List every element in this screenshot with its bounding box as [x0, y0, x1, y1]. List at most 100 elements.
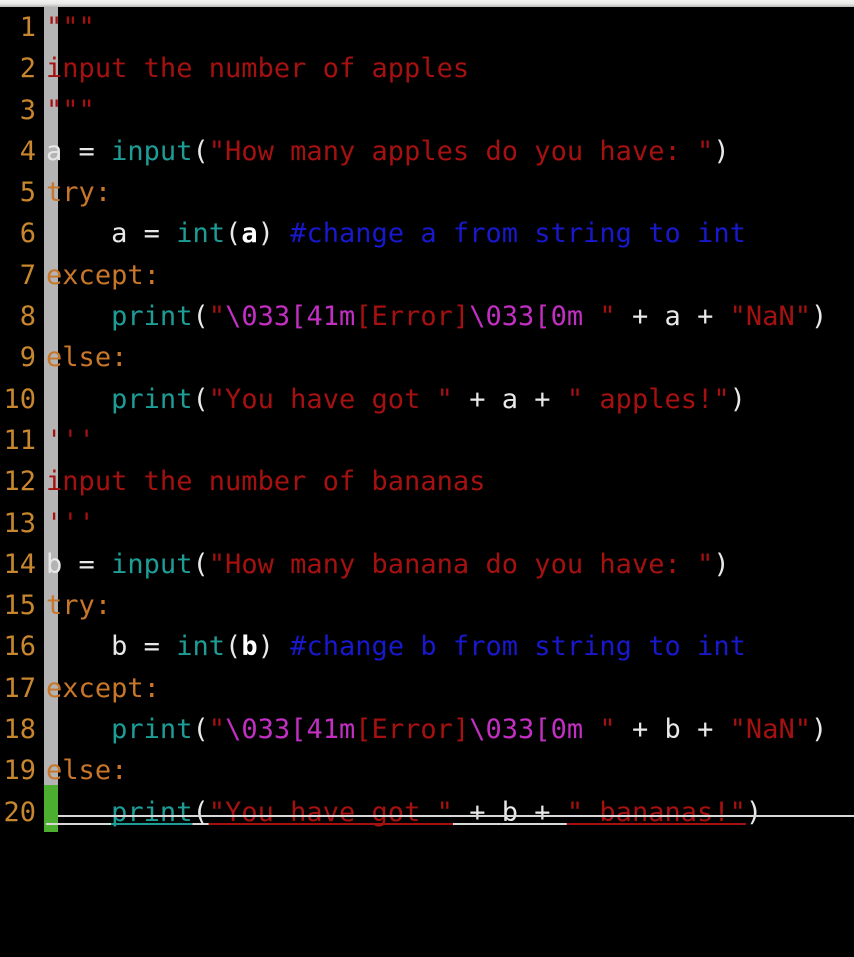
token-keyword-else: else: — [46, 755, 128, 787]
token-escape-sequence: \033[0m — [469, 714, 584, 746]
line-content[interactable]: try: — [46, 172, 111, 213]
token-operator: + — [452, 383, 502, 415]
token-string: [Error] — [355, 714, 470, 746]
token-string: [Error] — [355, 301, 470, 333]
token-operator: = — [127, 631, 177, 663]
token-variable: b — [111, 631, 128, 663]
line-number: 18 — [3, 714, 36, 746]
line-content[interactable]: print("You have got " + a + " apples!") — [46, 379, 746, 420]
line-content[interactable]: input the number of apples — [46, 48, 469, 89]
window-chrome-strip — [0, 0, 854, 7]
code-editor[interactable]: 1 """ 2 input the number of apples 3 """… — [0, 0, 854, 832]
token-paren-close: ) — [745, 796, 763, 828]
token-function: int — [176, 218, 226, 250]
line-content[interactable]: ''' — [46, 503, 95, 544]
token-escape-sequence: \033[41m — [225, 714, 356, 746]
token-docstring: ''' — [46, 424, 95, 456]
token-string: " — [583, 714, 616, 746]
token-variable: b — [501, 796, 519, 828]
token-string: "NaN" — [729, 714, 812, 746]
token-paren-open: ( — [192, 796, 209, 828]
line-number: 16 — [3, 631, 36, 663]
code-line[interactable]: 10 print("You have got " + a + " apples!… — [0, 379, 854, 420]
line-number: 1 — [19, 12, 36, 43]
code-line[interactable]: 1 """ — [0, 7, 854, 48]
token-quote: " — [208, 301, 226, 333]
code-line[interactable]: 13 ''' — [0, 503, 854, 544]
token-paren-open: ( — [192, 714, 209, 746]
token-operator: + — [680, 301, 730, 333]
code-line[interactable]: 5 try: — [0, 172, 854, 213]
code-line[interactable]: 19 else: — [0, 750, 854, 791]
token-paren-close: ) — [713, 135, 730, 167]
line-content[interactable]: a = int(a) #change a from string to int — [46, 213, 746, 254]
code-line[interactable]: 16 b = int(b) #change b from string to i… — [0, 626, 854, 667]
token-docstring-body: input the number of bananas — [46, 466, 486, 498]
line-content[interactable]: else: — [46, 337, 127, 378]
line-number: 14 — [3, 548, 36, 580]
line-number: 10 — [3, 383, 36, 415]
code-line[interactable]: 17 except: — [0, 668, 854, 709]
line-content[interactable]: input the number of bananas — [46, 461, 485, 502]
token-variable: b — [664, 714, 681, 746]
token-paren-open: ( — [192, 301, 209, 333]
line-number: 2 — [19, 53, 36, 85]
line-content[interactable]: a = input("How many apples do you have: … — [46, 131, 730, 172]
line-content[interactable]: print("You have got " + b + " bananas!") — [46, 792, 762, 833]
token-variable: a — [501, 383, 519, 415]
token-operator: = — [127, 218, 177, 250]
line-content[interactable]: """ — [46, 7, 95, 48]
code-line[interactable]: 4 a = input("How many apples do you have… — [0, 131, 854, 172]
token-paren-close: ) — [713, 548, 730, 580]
line-number: 6 — [19, 218, 36, 250]
token-operator: + — [518, 796, 567, 828]
line-number: 8 — [19, 301, 36, 333]
line-content[interactable]: b = int(b) #change b from string to int — [46, 626, 746, 667]
line-error-underline — [58, 815, 854, 817]
code-line[interactable]: 18 print("\033[41m[Error]\033[0m " + b +… — [0, 709, 854, 750]
line-content[interactable]: b = input("How many banana do you have: … — [46, 544, 730, 585]
token-function: print — [111, 383, 193, 415]
code-content-area[interactable]: 1 """ 2 input the number of apples 3 """… — [0, 7, 854, 832]
token-string: "How many apples do you have: " — [208, 135, 714, 167]
line-number: 5 — [19, 177, 36, 209]
code-line[interactable]: 7 except: — [0, 255, 854, 296]
line-content[interactable]: print("\033[41m[Error]\033[0m " + b + "N… — [46, 709, 827, 750]
line-number: 4 — [19, 135, 36, 167]
token-operator: + — [518, 383, 567, 415]
code-line[interactable]: 14 b = input("How many banana do you hav… — [0, 544, 854, 585]
line-content[interactable]: except: — [46, 255, 160, 296]
line-content[interactable]: try: — [46, 585, 111, 626]
token-comment: #change b from string to int — [290, 631, 746, 663]
line-number: 9 — [19, 342, 36, 374]
token-escape-sequence: \033[0m — [469, 301, 584, 333]
line-content[interactable]: else: — [46, 750, 127, 791]
code-line[interactable]: 12 input the number of bananas — [0, 461, 854, 502]
code-line[interactable]: 3 """ — [0, 90, 854, 131]
code-line[interactable]: 20 print("You have got " + b + " bananas… — [0, 792, 854, 833]
token-function: input — [111, 548, 193, 580]
line-number: 17 — [3, 672, 36, 704]
code-line[interactable]: 9 else: — [0, 337, 854, 378]
token-function: print — [111, 796, 193, 828]
token-paren-close: ) — [257, 218, 274, 250]
token-comment: #change a from string to int — [290, 218, 746, 250]
token-docstring: """ — [46, 12, 95, 43]
code-line[interactable]: 11 ''' — [0, 420, 854, 461]
line-content[interactable]: ''' — [46, 420, 95, 461]
code-line[interactable]: 8 print("\033[41m[Error]\033[0m " + a + … — [0, 296, 854, 337]
line-content[interactable]: """ — [46, 90, 95, 131]
line-content[interactable]: except: — [46, 668, 160, 709]
token-paren-open: ( — [192, 383, 209, 415]
line-content[interactable]: print("\033[41m[Error]\033[0m " + a + "N… — [46, 296, 827, 337]
line-number: 20 — [3, 796, 36, 828]
code-line[interactable]: 15 try: — [0, 585, 854, 626]
token-string: " apples!" — [566, 383, 730, 415]
code-line[interactable]: 2 input the number of apples — [0, 48, 854, 89]
token-keyword-else: else: — [46, 342, 128, 374]
token-keyword-except: except: — [46, 259, 160, 291]
code-line[interactable]: 6 a = int(a) #change a from string to in… — [0, 213, 854, 254]
